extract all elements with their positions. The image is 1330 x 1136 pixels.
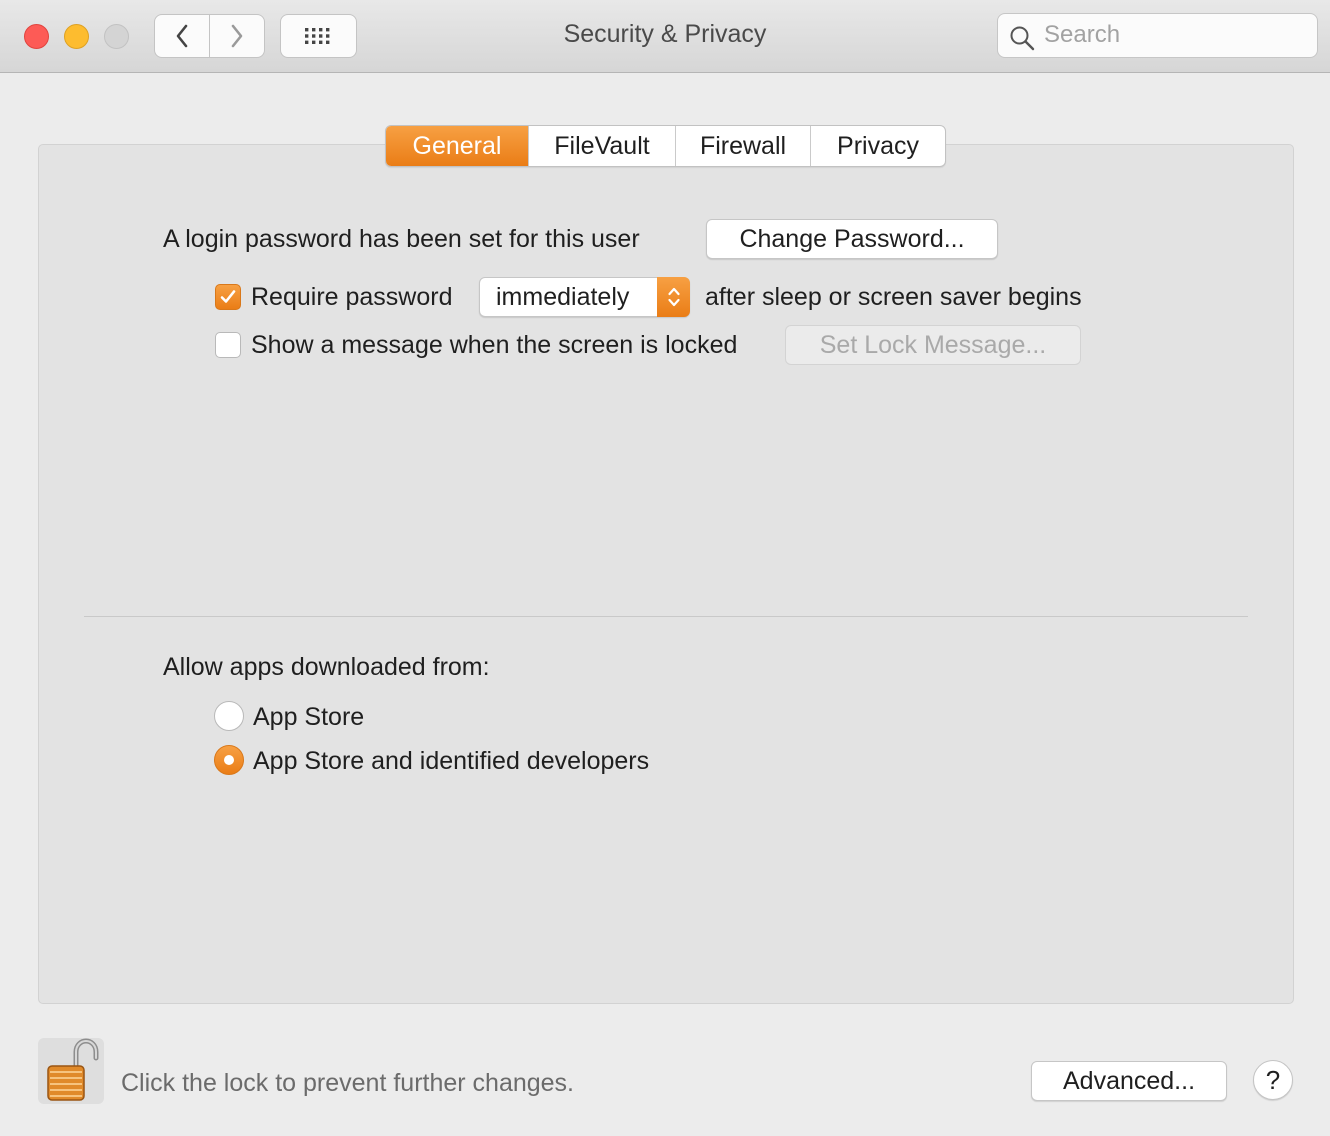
- change-password-button[interactable]: Change Password...: [706, 219, 998, 259]
- app-store-identified-developers-label: App Store and identified developers: [253, 747, 650, 775]
- set-lock-message-button: Set Lock Message...: [785, 325, 1081, 365]
- unlocked-padlock-icon: [47, 1038, 99, 1101]
- lock-button[interactable]: [38, 1038, 104, 1104]
- allow-apps-heading: Allow apps downloaded from:: [163, 653, 490, 681]
- lock-status-text: Click the lock to prevent further change…: [121, 1069, 575, 1097]
- app-store-radio[interactable]: [214, 701, 244, 731]
- require-password-label: Require password: [251, 283, 453, 311]
- advanced-button[interactable]: Advanced...: [1031, 1061, 1227, 1101]
- search-icon: [1010, 26, 1035, 51]
- require-password-checkbox[interactable]: [215, 284, 241, 310]
- search-field[interactable]: [997, 13, 1318, 58]
- show-message-checkbox[interactable]: [215, 332, 241, 358]
- content-panel: [38, 144, 1294, 1004]
- app-store-label: App Store: [253, 703, 365, 731]
- require-password-delay-select[interactable]: immediately: [479, 277, 690, 317]
- tab-firewall[interactable]: Firewall: [675, 126, 810, 166]
- search-input[interactable]: [1044, 20, 1304, 50]
- tab-general[interactable]: General: [386, 126, 528, 166]
- help-button[interactable]: ?: [1253, 1060, 1293, 1100]
- section-divider: [84, 616, 1248, 617]
- select-value: immediately: [496, 283, 630, 311]
- tab-filevault[interactable]: FileVault: [528, 126, 675, 166]
- require-password-suffix: after sleep or screen saver begins: [705, 283, 1082, 311]
- up-down-chevron-icon: [667, 287, 680, 307]
- show-message-label: Show a message when the screen is locked: [251, 331, 738, 359]
- radio-selected-dot: [224, 755, 234, 765]
- title-bar: Security & Privacy: [0, 0, 1330, 73]
- app-store-identified-developers-radio[interactable]: [214, 745, 244, 775]
- checkmark-icon: [220, 290, 236, 303]
- tab-bar: General FileVault Firewall Privacy: [385, 125, 946, 167]
- select-stepper: [657, 277, 690, 317]
- login-password-text: A login password has been set for this u…: [163, 225, 640, 253]
- tab-privacy[interactable]: Privacy: [810, 126, 945, 166]
